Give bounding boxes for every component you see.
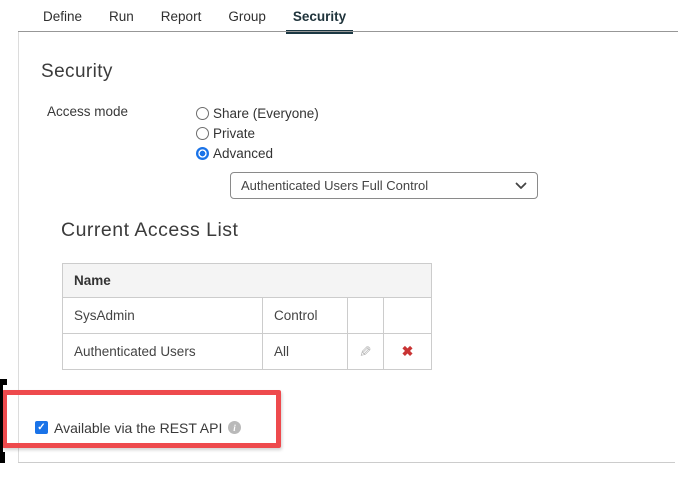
checkmark-icon: ✓ <box>37 423 45 433</box>
tab-run[interactable]: Run <box>102 8 141 25</box>
radio-option-private[interactable]: Private <box>196 123 319 143</box>
info-glyph: i <box>233 423 236 433</box>
table-row-authenticated-users: Authenticated Users All ✎ ✖ <box>63 334 432 370</box>
radio-option-label: Private <box>213 126 255 141</box>
annotation-highlight-box <box>2 390 281 448</box>
pencil-edit-icon[interactable]: ✎ <box>359 343 372 361</box>
table-row-sysadmin: SysAdmin Control <box>63 298 432 334</box>
tab-bar: Define Run Report Group Security <box>36 8 353 25</box>
radio-button-icon[interactable] <box>196 107 209 120</box>
tab-bar-divider <box>18 31 678 32</box>
access-mode-label: Access mode <box>47 104 128 119</box>
rest-api-checkbox[interactable]: ✓ <box>35 421 48 434</box>
cell-delete: ✖ <box>384 334 432 370</box>
access-list-title: Current Access List <box>61 219 238 242</box>
annotation-bracket-mark <box>0 452 5 463</box>
panel-bottom-border <box>18 462 675 463</box>
tab-report[interactable]: Report <box>154 8 209 25</box>
access-mode-radio-group: Share (Everyone) Private Advanced <box>196 103 319 163</box>
cell-permission: All <box>263 334 348 370</box>
access-list-table: Name SysAdmin Control Authenticated User… <box>62 263 432 370</box>
tab-group[interactable]: Group <box>221 8 273 25</box>
cell-edit: ✎ <box>348 334 384 370</box>
delete-x-icon[interactable]: ✖ <box>402 343 414 360</box>
permission-preset-select[interactable]: Authenticated Users Full Control <box>230 172 538 199</box>
panel-left-border <box>18 32 19 462</box>
chevron-down-icon <box>515 182 527 190</box>
radio-option-label: Share (Everyone) <box>213 106 319 121</box>
radio-option-share-everyone[interactable]: Share (Everyone) <box>196 103 319 123</box>
annotation-bracket-mark <box>0 379 3 463</box>
security-settings-page: Define Run Report Group Security Securit… <box>0 0 678 491</box>
selected-option-text: Authenticated Users Full Control <box>241 178 515 193</box>
radio-button-selected-icon[interactable] <box>196 147 209 160</box>
cell-name: Authenticated Users <box>63 334 263 370</box>
radio-option-label: Advanced <box>213 146 273 161</box>
tab-define[interactable]: Define <box>36 8 89 25</box>
rest-api-checkbox-label[interactable]: Available via the REST API <box>54 420 222 436</box>
radio-button-icon[interactable] <box>196 127 209 140</box>
cell-edit-empty <box>348 298 384 334</box>
cell-name: SysAdmin <box>63 298 263 334</box>
radio-option-advanced[interactable]: Advanced <box>196 143 319 163</box>
table-header-row: Name <box>63 264 432 298</box>
page-title: Security <box>41 61 113 83</box>
tab-security[interactable]: Security <box>286 8 353 25</box>
info-tooltip-icon[interactable]: i <box>228 421 241 434</box>
cell-permission: Control <box>263 298 348 334</box>
cell-delete-empty <box>384 298 432 334</box>
column-header-name: Name <box>63 264 432 298</box>
